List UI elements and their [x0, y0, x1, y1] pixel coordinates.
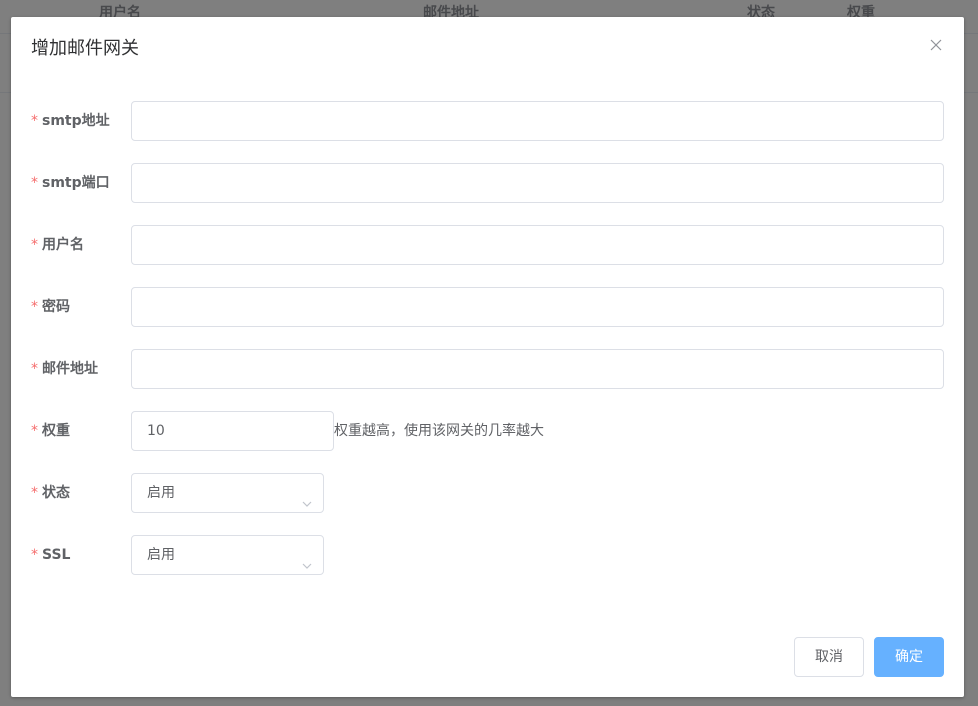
confirm-button[interactable]: 确定: [874, 637, 944, 677]
form-item-email: * 邮件地址: [31, 349, 944, 389]
form-item-smtp-port: * smtp端口: [31, 163, 944, 203]
username-input[interactable]: [131, 225, 944, 265]
email-input[interactable]: [131, 349, 944, 389]
username-label: * 用户名: [31, 237, 84, 253]
status-select-value: 启用: [147, 485, 175, 501]
smtp-port-label: * smtp端口: [31, 175, 110, 191]
close-icon[interactable]: [928, 37, 944, 53]
smtp-address-label: * smtp地址: [31, 113, 110, 129]
form-item-smtp-address: * smtp地址: [31, 101, 944, 141]
add-mail-gateway-dialog: 增加邮件网关 * smtp地址 * smtp端口 * 用户名 * 密码 * 邮件地址 * 权…: [11, 17, 964, 697]
chevron-down-icon: [301, 487, 313, 507]
weight-input[interactable]: [131, 411, 334, 451]
form-item-weight: *权重 权重越高，使用该网关的几率越大: [31, 411, 944, 451]
dialog-title: 增加邮件网关: [31, 38, 139, 59]
form-item-ssl: * SSL 启用: [31, 535, 944, 575]
ssl-label: * SSL: [31, 547, 71, 563]
weight-hint: 权重越高，使用该网关的几率越大: [334, 423, 544, 439]
smtp-address-input[interactable]: [131, 101, 944, 141]
ssl-select[interactable]: 启用: [131, 535, 324, 575]
password-label: * 密码: [31, 299, 70, 315]
form-item-password: * 密码: [31, 287, 944, 327]
weight-label: * 权重: [31, 423, 70, 439]
ssl-select-value: 启用: [147, 547, 175, 563]
password-input[interactable]: [131, 287, 944, 327]
chevron-down-icon: [301, 549, 313, 569]
smtp-port-input[interactable]: [131, 163, 944, 203]
status-select[interactable]: 启用: [131, 473, 324, 513]
cancel-button[interactable]: 取消: [794, 637, 864, 677]
email-label: * 邮件地址: [31, 361, 98, 377]
form-item-username: * 用户名: [31, 225, 944, 265]
form-item-status: * 状态 启用: [31, 473, 944, 513]
status-label: * 状态: [31, 485, 70, 501]
